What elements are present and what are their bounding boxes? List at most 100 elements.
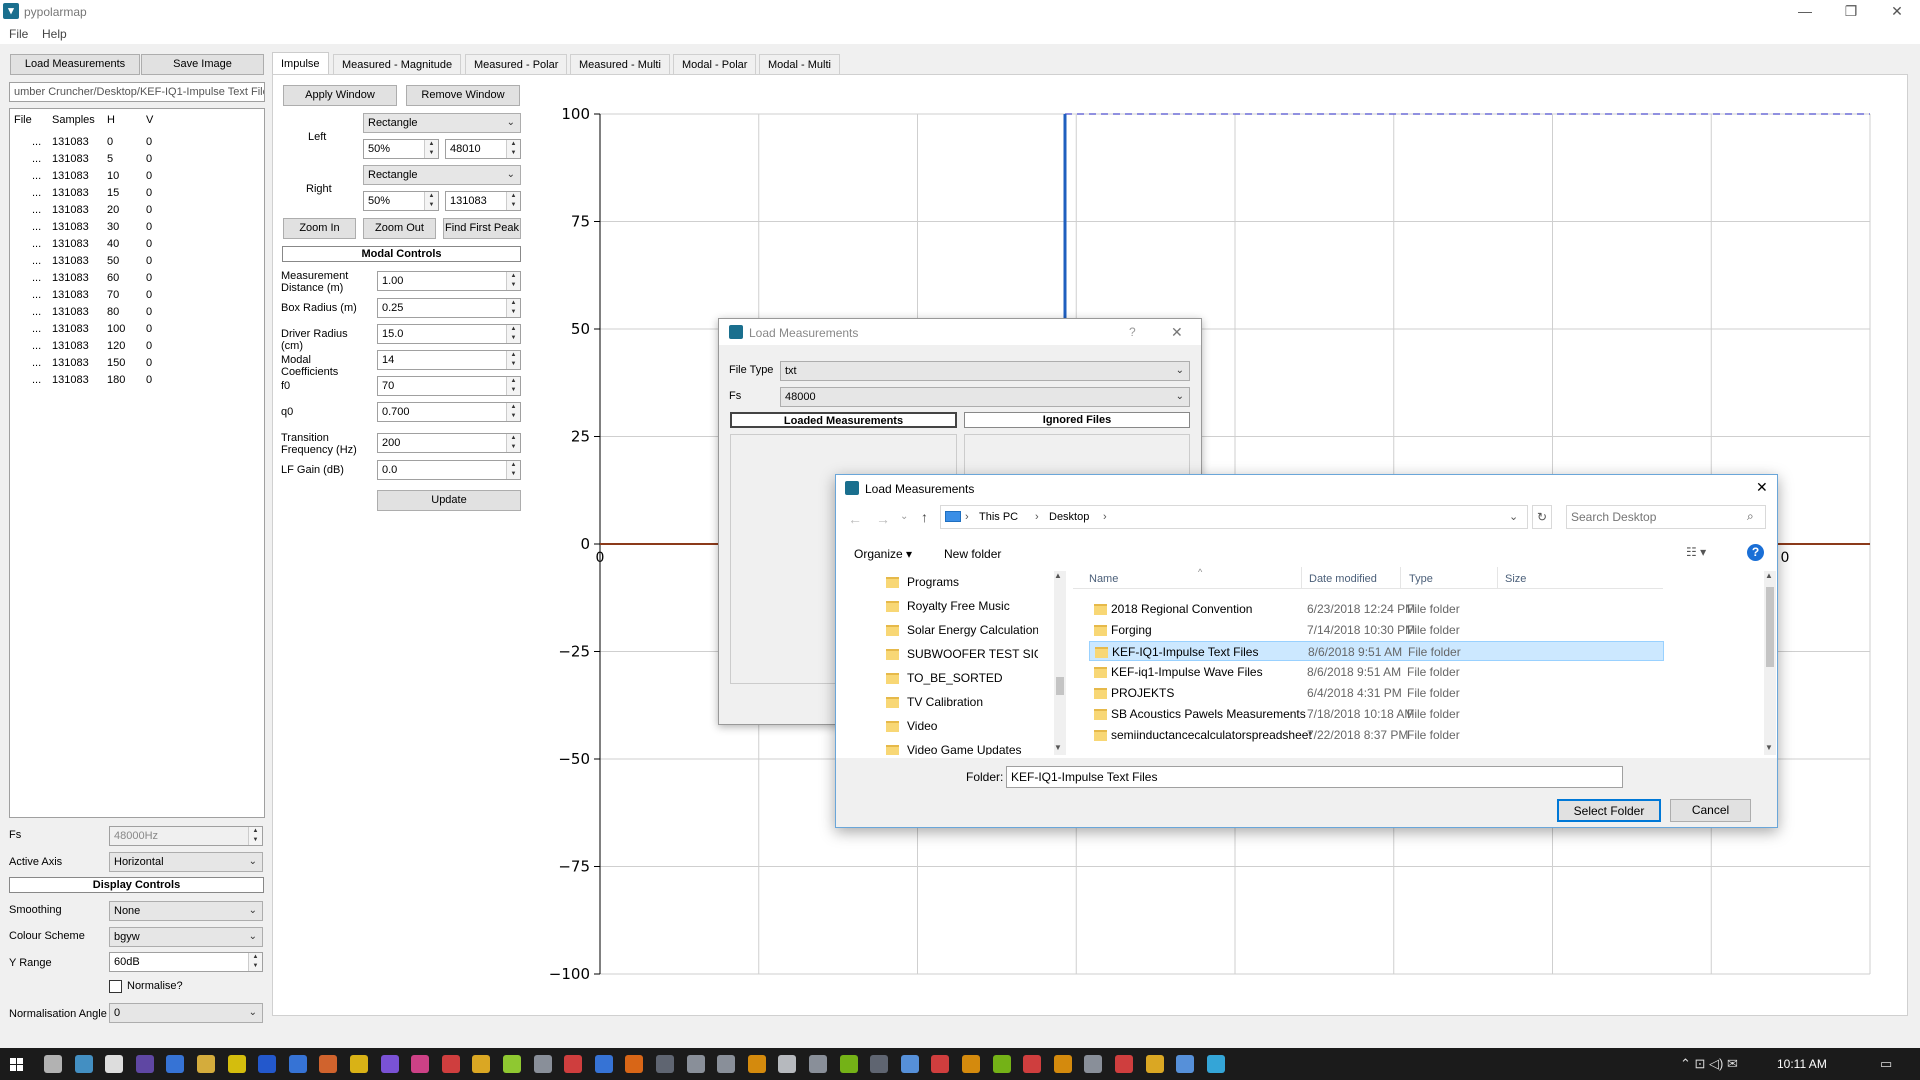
tab-impulse[interactable]: Impulse	[272, 52, 329, 75]
active-axis-combo[interactable]: Horizontal ⌄	[109, 852, 263, 872]
table-row[interactable]: ... 131083 20 0	[10, 204, 260, 221]
table-row[interactable]: ... 131083 30 0	[10, 221, 260, 238]
file-row[interactable]: KEF-iq1-Impulse Wave Files 8/6/2018 9:51 …	[1089, 662, 1664, 682]
taskbar-app-icon[interactable]	[625, 1055, 644, 1073]
tray-icons[interactable]: ⌃ ⊡ ◁) ✉	[1680, 1056, 1738, 1072]
col-h[interactable]: H	[107, 114, 115, 126]
taskbar-app-icon[interactable]	[288, 1055, 307, 1073]
view-options-icon[interactable]: ☷ ▾	[1686, 545, 1706, 559]
taskbar-app-icon[interactable]	[809, 1055, 827, 1073]
fs-field[interactable]: 48000Hz ▲ ▼	[109, 826, 263, 846]
taskbar-app-icon[interactable]	[135, 1055, 154, 1073]
taskbar-app-icon[interactable]	[411, 1055, 430, 1073]
modal-field-input[interactable]: 1.00 ▲ ▼	[377, 271, 521, 291]
menu-help[interactable]: Help	[42, 27, 67, 41]
col-samples[interactable]: Samples	[52, 114, 95, 126]
tree-item[interactable]: Solar Energy Calculation Progr	[886, 623, 1038, 637]
scroll-down-icon[interactable]: ▼	[1765, 743, 1773, 752]
tree-item[interactable]: SUBWOOFER TEST SIGNALS	[886, 647, 1038, 661]
update-button[interactable]: Update	[377, 490, 521, 511]
help-icon[interactable]: ?	[1129, 325, 1136, 339]
tab-modal-polar[interactable]: Modal - Polar	[673, 54, 757, 75]
right-window-type-combo[interactable]: Rectangle ⌄	[363, 165, 521, 185]
dialog-fs-combo[interactable]: 48000 ⌄	[780, 387, 1190, 407]
left-percent-field[interactable]: 50% ▲ ▼	[363, 139, 439, 159]
taskbar-app-icon[interactable]	[1206, 1055, 1225, 1073]
recent-icon[interactable]: ⌄	[900, 511, 908, 522]
zoom-in-button[interactable]: Zoom In	[283, 218, 356, 239]
right-percent-spin[interactable]: ▲ ▼	[424, 192, 438, 210]
ignored-files-tab[interactable]: Ignored Files	[964, 412, 1190, 428]
right-samples-spin[interactable]: ▲ ▼	[506, 192, 520, 210]
search-box[interactable]: ⌕	[1566, 505, 1766, 529]
taskbar-app-icon[interactable]	[870, 1055, 889, 1073]
tab-modal-multi[interactable]: Modal - Multi	[759, 54, 840, 75]
up-icon[interactable]: ↑	[921, 509, 928, 525]
start-icon[interactable]	[10, 1058, 23, 1071]
modal-field-spin[interactable]: ▲ ▼	[506, 299, 520, 317]
organize-button[interactable]: Organize ▾	[854, 547, 912, 561]
taskbar-app-icon[interactable]	[1115, 1055, 1133, 1073]
breadcrumb-desktop[interactable]: Desktop	[1049, 511, 1089, 523]
taskbar-app-icon[interactable]	[44, 1055, 62, 1073]
left-samples-field[interactable]: 48010 ▲ ▼	[445, 139, 521, 159]
table-row[interactable]: ... 131083 80 0	[10, 306, 260, 323]
modal-field-spin[interactable]: ▲ ▼	[506, 325, 520, 343]
taskbar-app-icon[interactable]	[931, 1055, 950, 1073]
right-percent-field[interactable]: 50% ▲ ▼	[363, 191, 439, 211]
select-folder-button[interactable]: Select Folder	[1557, 799, 1661, 822]
smoothing-combo[interactable]: None ⌄	[109, 901, 263, 921]
taskbar-app-icon[interactable]	[1176, 1055, 1195, 1073]
modal-field-spin[interactable]: ▲ ▼	[506, 434, 520, 452]
taskbar-app-icon[interactable]	[472, 1055, 491, 1073]
clock[interactable]: 10:11 AM	[1777, 1057, 1827, 1071]
table-row[interactable]: ... 131083 100 0	[10, 323, 260, 340]
taskbar-app-icon[interactable]	[594, 1055, 613, 1073]
colour-scheme-combo[interactable]: bgyw ⌄	[109, 927, 263, 947]
taskbar-app-icon[interactable]	[747, 1055, 766, 1073]
taskbar-app-icon[interactable]	[686, 1055, 705, 1073]
refresh-icon[interactable]: ↻	[1532, 505, 1552, 529]
scroll-down-icon[interactable]: ▼	[1054, 743, 1062, 752]
close-icon[interactable]: ✕	[1756, 479, 1768, 496]
col-name[interactable]: Name	[1089, 573, 1118, 585]
modal-field-input[interactable]: 70 ▲ ▼	[377, 376, 521, 396]
close-icon[interactable]: ✕	[1171, 324, 1183, 341]
col-date[interactable]: Date modified	[1309, 573, 1377, 585]
file-row[interactable]: 2018 Regional Convention 6/23/2018 12:24 …	[1089, 599, 1664, 619]
tree-item[interactable]: TV Calibration	[886, 695, 983, 709]
modal-field-input[interactable]: 15.0 ▲ ▼	[377, 324, 521, 344]
tree-item[interactable]: Programs	[886, 575, 959, 589]
folder-input[interactable]: KEF-IQ1-Impulse Text Files	[1006, 766, 1623, 788]
taskbar-app-icon[interactable]	[380, 1055, 399, 1073]
normalise-checkbox[interactable]	[109, 980, 122, 993]
file-type-combo[interactable]: txt ⌄	[780, 361, 1190, 381]
back-icon[interactable]: ←	[848, 511, 862, 527]
taskbar-app-icon[interactable]	[258, 1055, 277, 1073]
tree-item[interactable]: Video	[886, 719, 937, 733]
table-row[interactable]: ... 131083 120 0	[10, 340, 260, 357]
table-row[interactable]: ... 131083 40 0	[10, 238, 260, 255]
table-row[interactable]: ... 131083 15 0	[10, 187, 260, 204]
search-input[interactable]	[1571, 509, 1741, 525]
modal-field-spin[interactable]: ▲ ▼	[506, 272, 520, 290]
measurement-table[interactable]: File Samples H V ... 131083 0 0... 131083 5 0.…	[9, 108, 265, 818]
modal-field-spin[interactable]: ▲ ▼	[506, 403, 520, 421]
modal-field-input[interactable]: 0.25 ▲ ▼	[377, 298, 521, 318]
cancel-button[interactable]: Cancel	[1670, 799, 1751, 822]
col-file[interactable]: File	[14, 114, 32, 126]
tree-scrollbar[interactable]: ▲ ▼	[1054, 571, 1066, 755]
taskbar-app-icon[interactable]	[533, 1055, 552, 1073]
find-first-peak-button[interactable]: Find First Peak	[443, 218, 521, 239]
taskbar-app-icon[interactable]	[778, 1055, 797, 1073]
y-range-field[interactable]: 60dB ▲ ▼	[109, 952, 263, 972]
taskbar-app-icon[interactable]	[1145, 1055, 1164, 1073]
loaded-measurements-tab[interactable]: Loaded Measurements	[730, 412, 957, 428]
table-row[interactable]: ... 131083 50 0	[10, 255, 260, 272]
right-samples-field[interactable]: 131083 ▲ ▼	[445, 191, 521, 211]
file-row[interactable]: PROJEKTS 6/4/2018 4:31 PM File folder	[1089, 683, 1664, 703]
modal-field-input[interactable]: 14 ▲ ▼	[377, 350, 521, 370]
y-range-spin[interactable]: ▲ ▼	[248, 953, 262, 971]
table-row[interactable]: ... 131083 150 0	[10, 357, 260, 374]
col-v[interactable]: V	[146, 114, 153, 126]
